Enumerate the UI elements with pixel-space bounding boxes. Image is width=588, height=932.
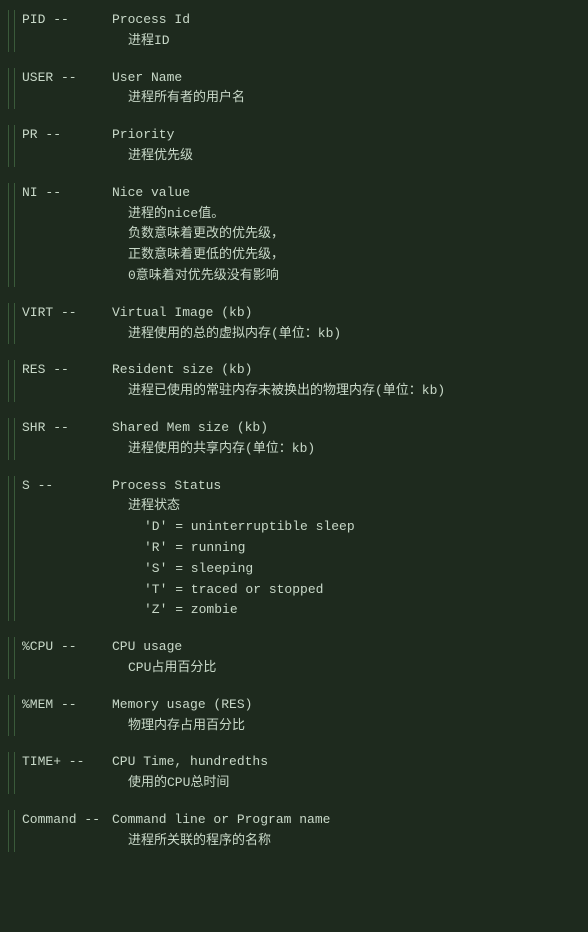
entry-row-s: S --Process Status进程状态'D' = uninterrupti… [8,476,580,622]
entry-zh-command-0: 进程所关联的程序的名称 [112,831,580,852]
entry-row-pr: PR -- Priority进程优先级 [8,125,580,167]
key-label-pid: PID -- [8,10,69,30]
entry-en-res: Resident size (kb) [112,360,580,381]
entry-zh-%mem-0: 物理内存占用百分比 [112,716,580,737]
key-area: S -- [8,476,108,622]
desc-area: Memory usage (RES)物理内存占用百分比 [108,695,580,737]
entry-row-shr: SHR -- Shared Mem size (kb)进程使用的共享内存(单位：k… [8,418,580,460]
desc-area: Priority进程优先级 [108,125,580,167]
key-area: %MEM -- [8,695,108,737]
sub-line-1: 'R' = running [112,538,580,559]
key-area: USER -- [8,68,108,110]
desc-area: Process Id进程ID [108,10,580,52]
entry-row-virt: VIRT -- Virtual Image (kb)进程使用的总的虚拟内存(单位：… [8,303,580,345]
entry-zh-virt-0: 进程使用的总的虚拟内存(单位：kb) [112,324,580,345]
sub-line-3: 'T' = traced or stopped [112,580,580,601]
key-area: SHR -- [8,418,108,460]
entry-en-virt: Virtual Image (kb) [112,303,580,324]
entry-zh-user-0: 进程所有者的用户名 [112,88,580,109]
entry-zh-ni-3: 0意味着对优先级没有影响 [112,266,580,287]
desc-area: Virtual Image (kb)进程使用的总的虚拟内存(单位：kb) [108,303,580,345]
entry-en-%cpu: CPU usage [112,637,580,658]
desc-area: Shared Mem size (kb)进程使用的共享内存(单位：kb) [108,418,580,460]
desc-area: Resident size (kb)进程已使用的常驻内存未被换出的物理内存(单位… [108,360,580,402]
entry-row-ni: NI -- Nice value进程的nice值。负数意味着更改的优先级，正数意味… [8,183,580,287]
entry-zh-time+-0: 使用的CPU总时间 [112,773,580,794]
key-area: RES -- [8,360,108,402]
entry-en-s: Process Status [112,476,580,497]
entry-zh-s-0: 进程状态 [112,496,580,517]
entry-zh-ni-1: 负数意味着更改的优先级， [112,224,580,245]
main-content: PID -- Process Id进程ID USER -- User Name进程所有… [8,10,580,852]
entry-en-pid: Process Id [112,10,580,31]
entry-en-%mem: Memory usage (RES) [112,695,580,716]
entry-row-%mem: %MEM -- Memory usage (RES)物理内存占用百分比 [8,695,580,737]
sub-line-4: 'Z' = zombie [112,600,580,621]
key-area: PID -- [8,10,108,52]
key-label-%mem: %MEM -- [8,695,77,715]
entry-zh-%cpu-0: CPU占用百分比 [112,658,580,679]
key-area: %CPU -- [8,637,108,679]
entry-zh-shr-0: 进程使用的共享内存(单位：kb) [112,439,580,460]
entry-en-user: User Name [112,68,580,89]
desc-area: User Name进程所有者的用户名 [108,68,580,110]
desc-area: CPU usageCPU占用百分比 [108,637,580,679]
entry-en-ni: Nice value [112,183,580,204]
entry-en-shr: Shared Mem size (kb) [112,418,580,439]
key-label-virt: VIRT -- [8,303,77,323]
sub-line-0: 'D' = uninterruptible sleep [112,517,580,538]
entry-zh-ni-0: 进程的nice值。 [112,204,580,225]
entry-zh-res-0: 进程已使用的常驻内存未被换出的物理内存(单位：kb) [112,381,580,402]
entry-row-res: RES -- Resident size (kb)进程已使用的常驻内存未被换出的物… [8,360,580,402]
entry-en-command: Command line or Program name [112,810,580,831]
key-label-res: RES -- [8,360,69,380]
key-area: NI -- [8,183,108,287]
entry-zh-pr-0: 进程优先级 [112,146,580,167]
key-label-pr: PR -- [8,125,61,145]
key-label-command: Command -- [8,810,100,830]
key-area: TIME+ -- [8,752,108,794]
entry-row-pid: PID -- Process Id进程ID [8,10,580,52]
key-area: VIRT -- [8,303,108,345]
key-label-user: USER -- [8,68,77,88]
key-label-time+: TIME+ -- [8,752,84,772]
desc-area: Command line or Program name进程所关联的程序的名称 [108,810,580,852]
key-label-%cpu: %CPU -- [8,637,77,657]
key-label-ni: NI -- [8,183,61,203]
desc-area: Nice value进程的nice值。负数意味着更改的优先级，正数意味着更低的优… [108,183,580,287]
key-label-shr: SHR -- [8,418,69,438]
sub-line-2: 'S' = sleeping [112,559,580,580]
entry-row-command: Command -- Command line or Program name进程… [8,810,580,852]
key-area: Command -- [8,810,108,852]
entry-row-time+: TIME+ -- CPU Time, hundredths使用的CPU总时间 [8,752,580,794]
desc-area: CPU Time, hundredths使用的CPU总时间 [108,752,580,794]
key-area: PR -- [8,125,108,167]
entry-zh-pid-0: 进程ID [112,31,580,52]
entry-en-time+: CPU Time, hundredths [112,752,580,773]
entry-row-user: USER -- User Name进程所有者的用户名 [8,68,580,110]
desc-area: Process Status进程状态'D' = uninterruptible … [108,476,580,622]
entry-en-pr: Priority [112,125,580,146]
entry-zh-ni-2: 正数意味着更低的优先级， [112,245,580,266]
entry-row-%cpu: %CPU -- CPU usageCPU占用百分比 [8,637,580,679]
